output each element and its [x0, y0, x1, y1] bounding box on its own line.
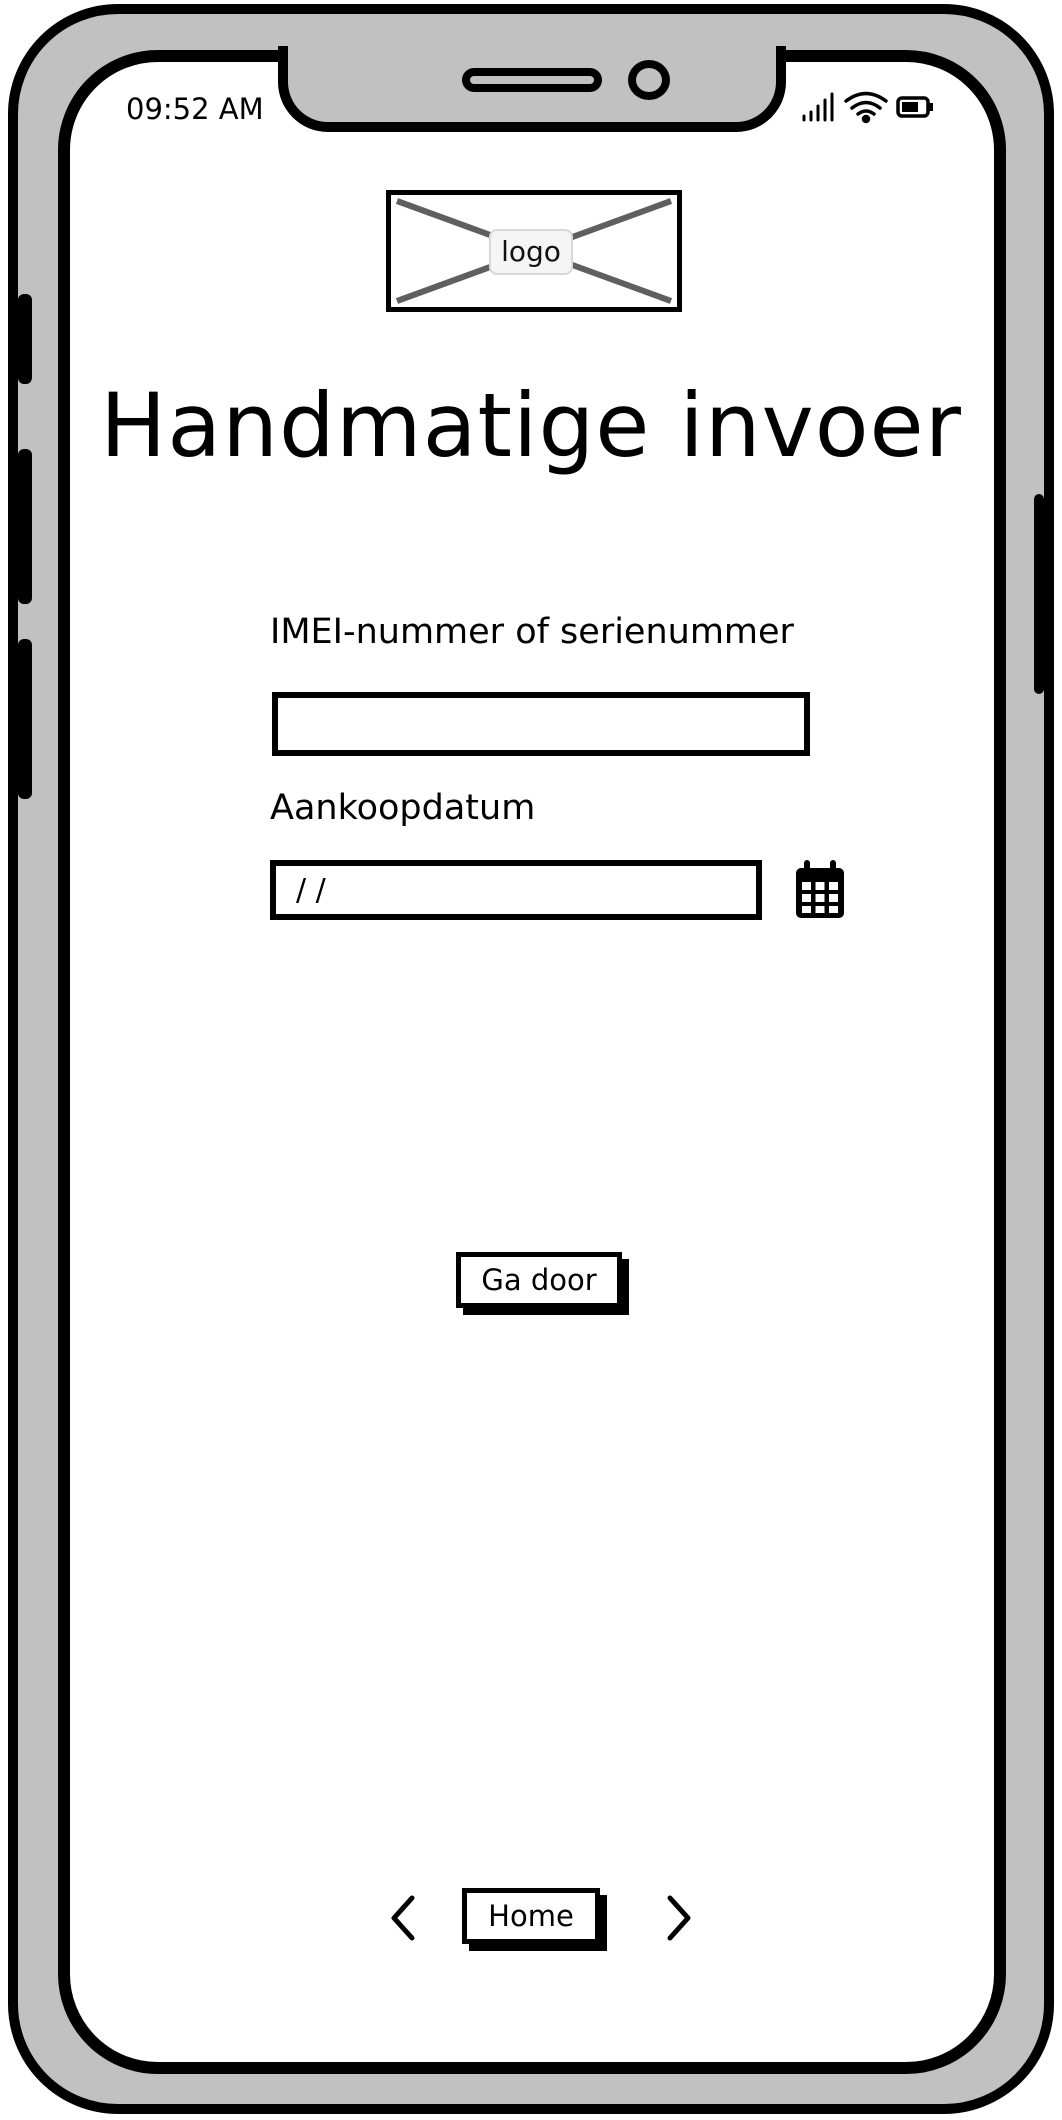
page-title: Handmatige invoer — [100, 374, 962, 477]
chevron-right-icon[interactable] — [658, 1890, 698, 1946]
logo-label: logo — [489, 229, 573, 275]
battery-icon — [896, 96, 933, 118]
continue-button[interactable]: Ga door — [456, 1252, 622, 1308]
side-button — [1034, 494, 1044, 694]
logo-placeholder: logo — [386, 190, 682, 312]
signal-bars-icon — [802, 92, 834, 122]
home-button[interactable]: Home — [462, 1888, 600, 1944]
side-button — [18, 294, 32, 384]
status-icons — [802, 91, 933, 124]
calendar-icon[interactable] — [792, 858, 848, 922]
status-time: 09:52 AM — [126, 92, 264, 126]
camera-icon — [628, 60, 670, 100]
purchase-date-input[interactable] — [270, 860, 762, 920]
purchase-date-label: Aankoopdatum — [270, 788, 536, 828]
speaker-icon — [462, 68, 602, 92]
wifi-icon — [844, 91, 888, 124]
phone-mockup: 09:52 AM logo Handmatige invoer IMEI-num… — [0, 0, 1062, 2120]
imei-input[interactable] — [272, 692, 810, 756]
side-button — [18, 639, 32, 799]
imei-label: IMEI-nummer of serienummer — [270, 612, 794, 652]
chevron-left-icon[interactable] — [384, 1890, 424, 1946]
phone-screen — [58, 50, 1006, 2074]
